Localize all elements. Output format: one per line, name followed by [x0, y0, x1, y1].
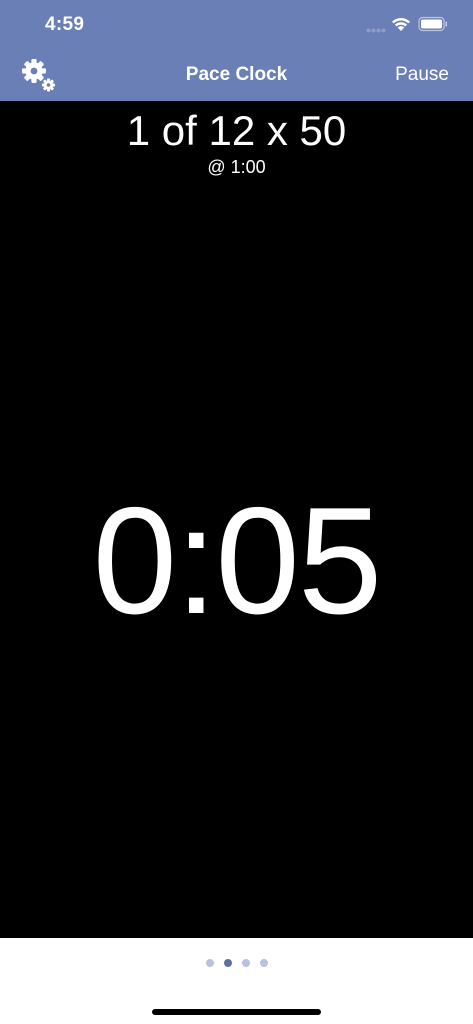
- home-indicator[interactable]: [152, 1009, 321, 1015]
- set-progress: 1 of 12 x 50: [126, 107, 347, 154]
- pace-clock-screen: 4:59 Pace Clock Pause 1 of 12 x 50 @ 1:0…: [0, 0, 473, 1024]
- cellular-signal-icon: [366, 28, 386, 33]
- page-dot[interactable]: [241, 959, 250, 967]
- wifi-icon: [392, 18, 410, 31]
- battery-icon: [418, 16, 448, 32]
- page-indicator[interactable]: [0, 959, 473, 969]
- page-dot[interactable]: [205, 959, 214, 967]
- page-dot[interactable]: [259, 959, 268, 967]
- interval-label: @ 1:00: [207, 157, 266, 177]
- nav-header: 4:59 Pace Clock Pause: [0, 0, 473, 101]
- pause-button[interactable]: Pause: [395, 64, 449, 86]
- status-time: 4:59: [45, 14, 85, 35]
- clock-display: 1 of 12 x 50 @ 1:00 0:05: [0, 101, 473, 938]
- timer-readout: 0:05: [92, 476, 383, 646]
- settings-gear-icon[interactable]: [20, 56, 58, 94]
- page-dot[interactable]: [223, 959, 232, 967]
